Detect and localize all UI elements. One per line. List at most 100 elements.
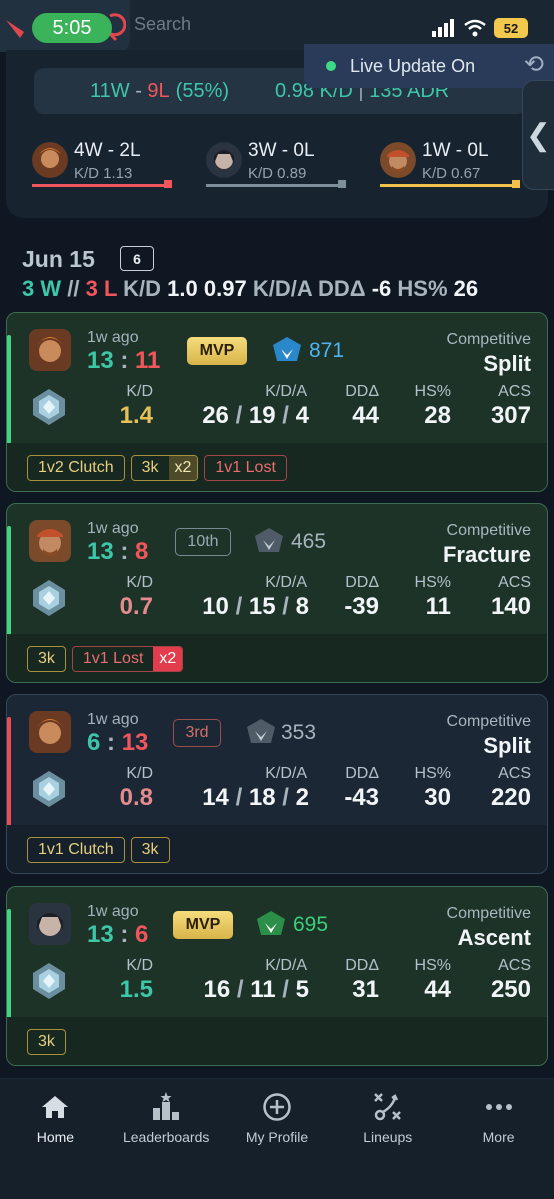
day-kda-label: K/D/A — [252, 276, 312, 301]
match-card[interactable]: 1w ago 13 : 6 MVP 695 Competitive Ascent… — [6, 886, 548, 1066]
match-card[interactable]: 1w ago 13 : 8 10th 465 Competitive Fract… — [6, 503, 548, 683]
kda-label: K/D/A — [265, 383, 307, 400]
acs-value: 250 — [490, 976, 531, 1003]
assists: 2 — [295, 784, 309, 811]
match-rank-rating: 465 — [291, 530, 327, 553]
lineups-icon — [373, 1093, 403, 1121]
assists: 8 — [295, 593, 309, 620]
nav-label: My Profile — [245, 1129, 309, 1145]
day-summary: 3 W // 3 L K/D 1.0 0.97 K/D/A DDΔ -6 HS%… — [22, 276, 478, 302]
agent-color-bar — [380, 184, 520, 187]
match-mode: Competitive — [446, 713, 531, 730]
live-dot-icon — [326, 61, 336, 71]
team-score: 6 — [87, 729, 101, 756]
signal-icon — [432, 19, 454, 37]
day-hs-label: HS% — [397, 276, 448, 301]
acs-value: 220 — [490, 784, 531, 811]
assists: 4 — [295, 402, 309, 429]
status-time: 5:05 — [32, 13, 112, 43]
nav-home[interactable]: Home — [0, 1079, 111, 1199]
score-colon: : — [100, 729, 122, 756]
kills: 16 — [203, 976, 231, 1003]
match-score: 13 : 6 — [87, 921, 148, 949]
rank-icon — [33, 963, 65, 999]
match-time-ago: 1w ago — [87, 329, 139, 346]
agent-avatar — [29, 903, 71, 945]
agent-stat-2[interactable]: 3W - 0L K/D 0.89 — [206, 136, 354, 188]
agent-avatar — [32, 142, 68, 178]
day-wins: 3 W — [22, 276, 62, 301]
highlight-tag: 1v1 Clutch — [27, 837, 125, 863]
team-score: 13 — [87, 538, 114, 565]
hs-value: 11 — [425, 593, 451, 620]
match-card[interactable]: 1w ago 13 : 11 MVP 871 Competitive Split… — [6, 312, 548, 492]
nav-leaderboards[interactable]: Leaderboards — [111, 1079, 222, 1199]
slash: / — [275, 784, 296, 811]
bottom-nav: Home Leaderboards My Profile Lineups Mor… — [0, 1078, 554, 1199]
day-losses: 3 L — [85, 276, 117, 301]
acs-value: 307 — [490, 402, 531, 429]
slash: / — [228, 402, 249, 429]
wifi-icon — [464, 19, 486, 37]
agent-stat-1[interactable]: 4W - 2L K/D 1.13 — [32, 136, 180, 188]
agent-color-tip — [338, 180, 346, 188]
score-colon: : — [113, 921, 136, 948]
day-date: Jun 15 — [22, 246, 95, 272]
dd-value: 31 — [352, 976, 379, 1003]
more-icon — [485, 1093, 513, 1121]
slash: / — [228, 784, 249, 811]
nav-my-profile[interactable]: My Profile — [222, 1079, 333, 1199]
nav-more[interactable]: More — [443, 1079, 554, 1199]
nav-lineups[interactable]: Lineups — [332, 1079, 443, 1199]
enemy-score: 11 — [135, 347, 161, 374]
hs-value: 30 — [424, 784, 451, 811]
highlight-tag: 1v1 Lost — [204, 455, 287, 481]
match-card[interactable]: 1w ago 6 : 13 3rd 353 Competitive Split … — [6, 694, 548, 874]
nav-label: Home — [36, 1129, 75, 1145]
kda-value: 10 / 15 / 8 — [177, 593, 309, 621]
hs-label: HS% — [414, 574, 451, 591]
slash: / — [275, 976, 296, 1003]
dd-label: DDΔ — [345, 383, 379, 400]
match-score: 13 : 8 — [87, 538, 148, 566]
deaths: 19 — [248, 402, 276, 429]
day-sep: // — [67, 276, 80, 301]
team-score: 13 — [87, 347, 114, 374]
nav-label: More — [482, 1129, 515, 1145]
refresh-icon[interactable]: ⟲ — [524, 50, 544, 79]
search-input[interactable]: Search — [134, 14, 191, 35]
match-rank-rating: 871 — [309, 339, 345, 362]
hs-label: HS% — [414, 957, 451, 974]
day-dd-value: -6 — [371, 276, 392, 301]
tier-icon — [273, 337, 301, 361]
agent-stat-3[interactable]: 1W - 0L K/D 0.67 — [380, 136, 528, 188]
rank-icon — [33, 580, 65, 616]
match-time-ago: 1w ago — [87, 711, 139, 728]
agent-avatar — [29, 329, 71, 371]
agent-kd: K/D 0.89 — [248, 165, 307, 182]
agent-avatar — [29, 711, 71, 753]
agent-color-tip — [512, 180, 520, 188]
tier-icon — [255, 528, 283, 552]
match-mode: Competitive — [446, 522, 531, 539]
side-panel-tab[interactable]: ❮ — [522, 80, 554, 190]
acs-label: ACS — [498, 957, 531, 974]
nav-label: Lineups — [363, 1129, 413, 1145]
leaderboard-icon — [150, 1092, 182, 1121]
live-update-banner[interactable]: Live Update On ⟲ — [304, 44, 554, 88]
kd-label: K/D — [126, 765, 153, 782]
hs-label: HS% — [414, 765, 451, 782]
tier-icon — [257, 911, 285, 935]
nav-label: Leaderboards — [122, 1129, 210, 1145]
agent-avatar — [29, 520, 71, 562]
agent-record: 3W - 0L — [248, 140, 315, 161]
match-score: 6 : 13 — [87, 729, 148, 757]
deaths: 18 — [248, 784, 276, 811]
overall-losses: 9L — [147, 79, 170, 102]
agent-kd: K/D 0.67 — [422, 165, 481, 182]
enemy-score: 13 — [121, 729, 149, 756]
kda-value: 16 / 11 / 5 — [177, 976, 309, 1004]
match-rank-rating: 353 — [281, 721, 317, 744]
kd-value: 1.4 — [119, 402, 153, 429]
day-dd-label: DDΔ — [318, 276, 366, 301]
